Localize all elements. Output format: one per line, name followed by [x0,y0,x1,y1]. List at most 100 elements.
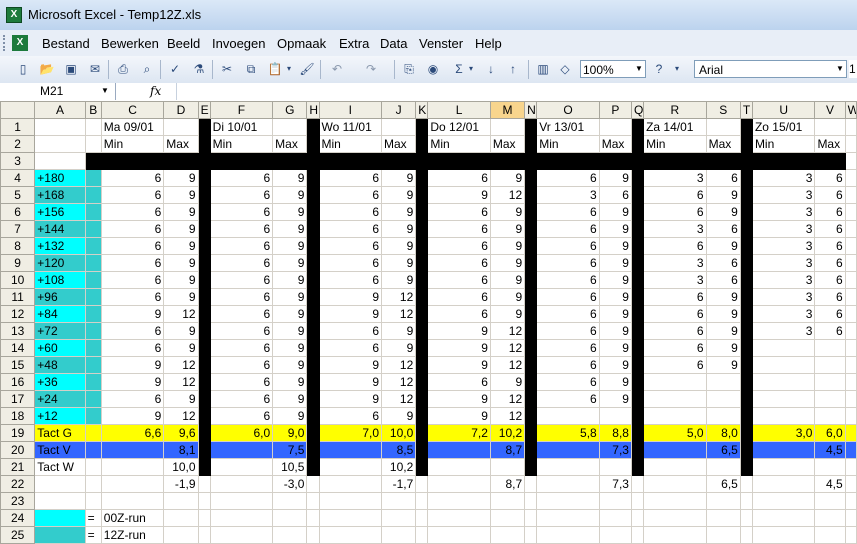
min-value[interactable]: 6 [643,339,707,357]
cell[interactable] [844,288,857,306]
max-header[interactable]: Max [705,135,741,153]
difference-value[interactable]: 4,5 [814,475,846,493]
column-header-d[interactable]: D [163,101,199,119]
min-value[interactable]: 6 [536,339,600,357]
cell[interactable] [739,475,753,493]
lead-time-label[interactable]: +120 [34,254,86,272]
row-header[interactable]: 18 [0,407,36,425]
cell[interactable] [415,492,429,510]
row-header[interactable]: 14 [0,339,36,357]
legend-swatch[interactable] [34,509,86,527]
min-value[interactable]: 3 [751,203,816,221]
separator-cell[interactable] [197,186,211,204]
min-header[interactable]: Min [427,135,491,153]
separator-cell[interactable] [415,424,429,442]
separator-cell[interactable] [630,424,645,442]
max-value[interactable]: 12 [381,356,417,374]
min-value[interactable]: 9 [318,288,383,306]
cell[interactable] [163,118,199,136]
min-value[interactable]: 6 [209,186,274,204]
separator-cell[interactable] [630,118,645,136]
menubar-grip-icon[interactable] [3,35,8,51]
cell[interactable] [643,526,707,544]
cell[interactable] [751,475,816,493]
column-header-g[interactable]: G [272,101,308,119]
separator-cell[interactable] [524,322,538,340]
separator-cell[interactable] [524,118,538,136]
cell[interactable] [415,526,429,544]
cell[interactable] [209,475,274,493]
cell[interactable] [536,492,600,510]
max-value[interactable]: 9 [705,186,741,204]
separator-cell[interactable] [705,152,741,170]
max-value[interactable]: 9 [598,373,632,391]
row-header[interactable]: 11 [0,288,36,306]
min-value[interactable]: 6 [100,271,165,289]
cell[interactable] [197,475,211,493]
max-value[interactable]: 9 [272,407,308,425]
separator-cell[interactable] [306,339,320,357]
cell[interactable] [381,509,417,527]
max-value[interactable]: 9 [598,390,632,408]
lead-time-label[interactable]: +180 [34,169,86,187]
legend-text[interactable]: 12Z-run [100,526,165,544]
day-header[interactable]: Za 14/01 [643,118,707,136]
max-value[interactable]: 9 [381,339,417,357]
min-value[interactable]: 3 [751,169,816,187]
spelling-icon[interactable]: ✓ [166,60,184,78]
separator-cell[interactable] [630,220,645,238]
cell[interactable] [318,475,383,493]
max-value[interactable]: 6 [705,169,741,187]
min-value[interactable]: 9 [100,305,165,323]
max-value[interactable]: 9 [489,288,526,306]
separator-cell[interactable] [415,441,429,459]
cell[interactable] [844,118,857,136]
min-value[interactable]: 6 [318,322,383,340]
cell[interactable] [272,492,308,510]
min-value[interactable]: 6 [100,186,165,204]
max-value[interactable]: 12 [163,407,199,425]
cell[interactable] [739,526,753,544]
undo-icon[interactable]: ↶ [328,60,346,78]
separator-cell[interactable] [197,356,211,374]
min-value[interactable]: 6 [209,407,274,425]
separator-cell[interactable] [739,322,753,340]
legend-equals[interactable]: = [84,509,102,527]
min-value[interactable]: 6 [643,356,707,374]
min-value[interactable]: 6 [643,288,707,306]
tact-g-max[interactable]: 10,2 [489,424,526,442]
max-value[interactable] [705,373,741,391]
max-value[interactable]: 9 [489,237,526,255]
column-header-k[interactable]: K [415,101,429,119]
max-value[interactable] [814,356,846,374]
max-value[interactable]: 9 [705,305,741,323]
cell[interactable] [489,509,526,527]
min-value[interactable]: 9 [318,373,383,391]
separator-cell[interactable] [306,390,320,408]
max-value[interactable]: 6 [598,186,632,204]
column-header-w[interactable]: W [844,101,857,119]
max-value[interactable]: 9 [381,237,417,255]
max-value[interactable]: 9 [272,271,308,289]
separator-cell[interactable] [197,254,211,272]
cell[interactable] [427,475,491,493]
tact-w-value[interactable] [598,458,632,476]
max-value[interactable]: 9 [489,271,526,289]
max-value[interactable]: 9 [163,186,199,204]
day-header[interactable]: Wo 11/01 [318,118,383,136]
max-header[interactable]: Max [814,135,846,153]
min-value[interactable]: 6 [536,220,600,238]
min-value[interactable]: 9 [318,305,383,323]
separator-cell[interactable] [197,288,211,306]
tact-g-min[interactable]: 6,6 [100,424,165,442]
cell[interactable] [598,526,632,544]
max-value[interactable]: 9 [272,288,308,306]
menu-extra[interactable]: Extra [339,36,369,51]
cell[interactable] [536,509,600,527]
column-header-f[interactable]: F [209,101,274,119]
color-cell[interactable] [84,186,102,204]
min-value[interactable]: 9 [100,407,165,425]
row-header[interactable]: 2 [0,135,36,153]
cell[interactable] [630,526,645,544]
separator-cell[interactable] [739,186,753,204]
